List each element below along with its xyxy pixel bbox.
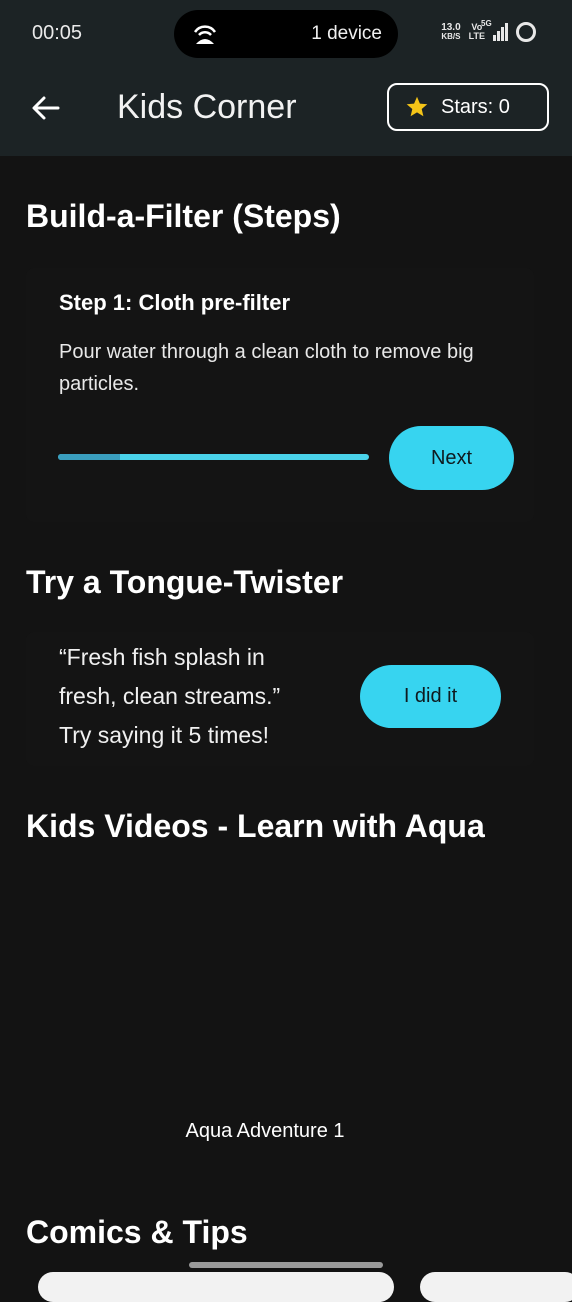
step-title: Step 1: Cloth pre-filter [59, 290, 291, 315]
page-title: Kids Corner [117, 88, 297, 126]
step-progress-bar [58, 454, 369, 460]
filter-heading: Build-a-Filter (Steps) [26, 198, 341, 234]
signal-icon: 5G [481, 19, 508, 41]
clock: 00:05 [32, 22, 83, 44]
back-button[interactable] [28, 90, 64, 126]
net-speed: 13.0 KB/S [441, 22, 461, 42]
comic-card[interactable] [38, 1272, 394, 1302]
stars-label: Stars: 0 [441, 95, 510, 118]
hotspot-pill[interactable]: 1 device [174, 10, 398, 58]
twister-heading: Try a Tongue-Twister [26, 564, 344, 600]
stars-badge[interactable]: Stars: 0 [387, 83, 549, 131]
hotspot-icon [192, 22, 218, 51]
status-bar: 00:05 1 device 13.0 KB/S Vo LTE 5G [0, 0, 572, 68]
next-button[interactable]: Next [389, 426, 514, 490]
star-icon [406, 96, 428, 117]
video-player[interactable] [0, 862, 572, 1112]
comic-card[interactable] [420, 1272, 572, 1302]
hotspot-devices: 1 device [311, 23, 382, 44]
video-caption: Aqua Adventure 1 [185, 1120, 345, 1142]
did-it-button[interactable]: I did it [360, 665, 501, 728]
step-description: Pour water through a clean cloth to remo… [59, 341, 474, 395]
videos-heading: Kids Videos - Learn with Aqua [26, 808, 485, 844]
battery-ring-icon [516, 22, 536, 42]
app-bar: Kids Corner Stars: 0 [0, 68, 572, 156]
gesture-handle [189, 1262, 383, 1268]
status-indicators: 13.0 KB/S Vo LTE 5G [441, 19, 536, 42]
twister-text: “Fresh fish splash in fresh, clean strea… [59, 644, 281, 748]
arrow-left-icon [32, 96, 60, 120]
step-progress-fill [58, 454, 121, 460]
comics-heading: Comics & Tips [26, 1214, 248, 1250]
network-type: 5G [481, 19, 492, 28]
